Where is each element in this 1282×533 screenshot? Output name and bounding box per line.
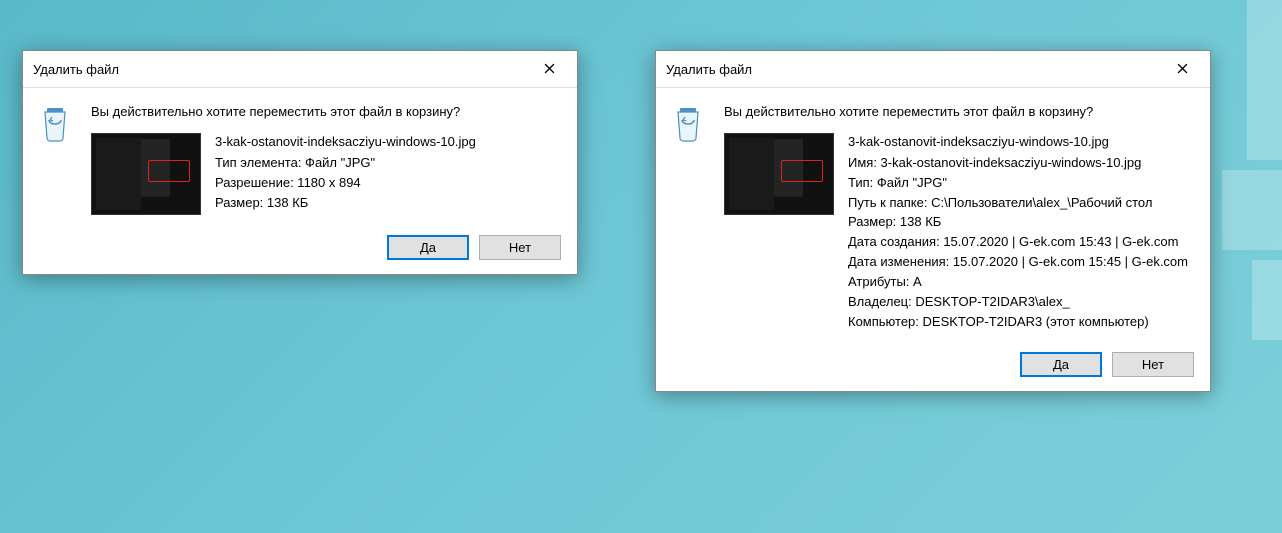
- meta-line: Компьютер: DESKTOP-T2IDAR3 (этот компьют…: [848, 313, 1188, 332]
- dialog-title: Удалить файл: [666, 62, 752, 77]
- file-thumbnail: [91, 133, 201, 215]
- close-button[interactable]: [529, 57, 569, 81]
- file-thumbnail: [724, 133, 834, 215]
- file-metadata: 3-kak-ostanovit-indeksacziyu-windows-10.…: [215, 133, 476, 215]
- recycle-bin-icon: [670, 104, 706, 144]
- close-icon: [544, 62, 555, 77]
- dialog-buttons: Да Нет: [656, 342, 1210, 391]
- delete-file-dialog-detailed: Удалить файл Вы действительно хотите пер…: [655, 50, 1211, 392]
- dialog-content: Вы действительно хотите переместить этот…: [23, 88, 577, 225]
- meta-line: Дата изменения: 15.07.2020 | G-ek.com 15…: [848, 253, 1188, 272]
- meta-line: Владелец: DESKTOP-T2IDAR3\alex_: [848, 293, 1188, 312]
- dialog-title: Удалить файл: [33, 62, 119, 77]
- desktop-decor: [1222, 170, 1282, 250]
- desktop-decor: [1252, 260, 1282, 340]
- meta-line: Путь к папке: C:\Пользователи\alex_\Рабо…: [848, 194, 1188, 213]
- titlebar[interactable]: Удалить файл: [656, 51, 1210, 88]
- file-name: 3-kak-ostanovit-indeksacziyu-windows-10.…: [215, 133, 476, 152]
- meta-line: Дата создания: 15.07.2020 | G-ek.com 15:…: [848, 233, 1188, 252]
- meta-line: Размер: 138 КБ: [215, 194, 476, 213]
- file-metadata: 3-kak-ostanovit-indeksacziyu-windows-10.…: [848, 133, 1188, 332]
- meta-line: Размер: 138 КБ: [848, 213, 1188, 232]
- dialog-content: Вы действительно хотите переместить этот…: [656, 88, 1210, 342]
- titlebar[interactable]: Удалить файл: [23, 51, 577, 88]
- meta-line: Атрибуты: A: [848, 273, 1188, 292]
- confirm-question: Вы действительно хотите переместить этот…: [724, 104, 1192, 119]
- yes-button[interactable]: Да: [1020, 352, 1102, 377]
- close-button[interactable]: [1162, 57, 1202, 81]
- file-name: 3-kak-ostanovit-indeksacziyu-windows-10.…: [848, 133, 1188, 152]
- meta-line: Тип: Файл "JPG": [848, 174, 1188, 193]
- confirm-question: Вы действительно хотите переместить этот…: [91, 104, 559, 119]
- dialog-buttons: Да Нет: [23, 225, 577, 274]
- meta-line: Тип элемента: Файл "JPG": [215, 154, 476, 173]
- close-icon: [1177, 62, 1188, 77]
- meta-line: Разрешение: 1180 x 894: [215, 174, 476, 193]
- no-button[interactable]: Нет: [1112, 352, 1194, 377]
- meta-line: Имя: 3-kak-ostanovit-indeksacziyu-window…: [848, 154, 1188, 173]
- yes-button[interactable]: Да: [387, 235, 469, 260]
- no-button[interactable]: Нет: [479, 235, 561, 260]
- recycle-bin-icon: [37, 104, 73, 144]
- desktop-decor: [1247, 0, 1282, 160]
- delete-file-dialog-simple: Удалить файл Вы действительно хотите пер…: [22, 50, 578, 275]
